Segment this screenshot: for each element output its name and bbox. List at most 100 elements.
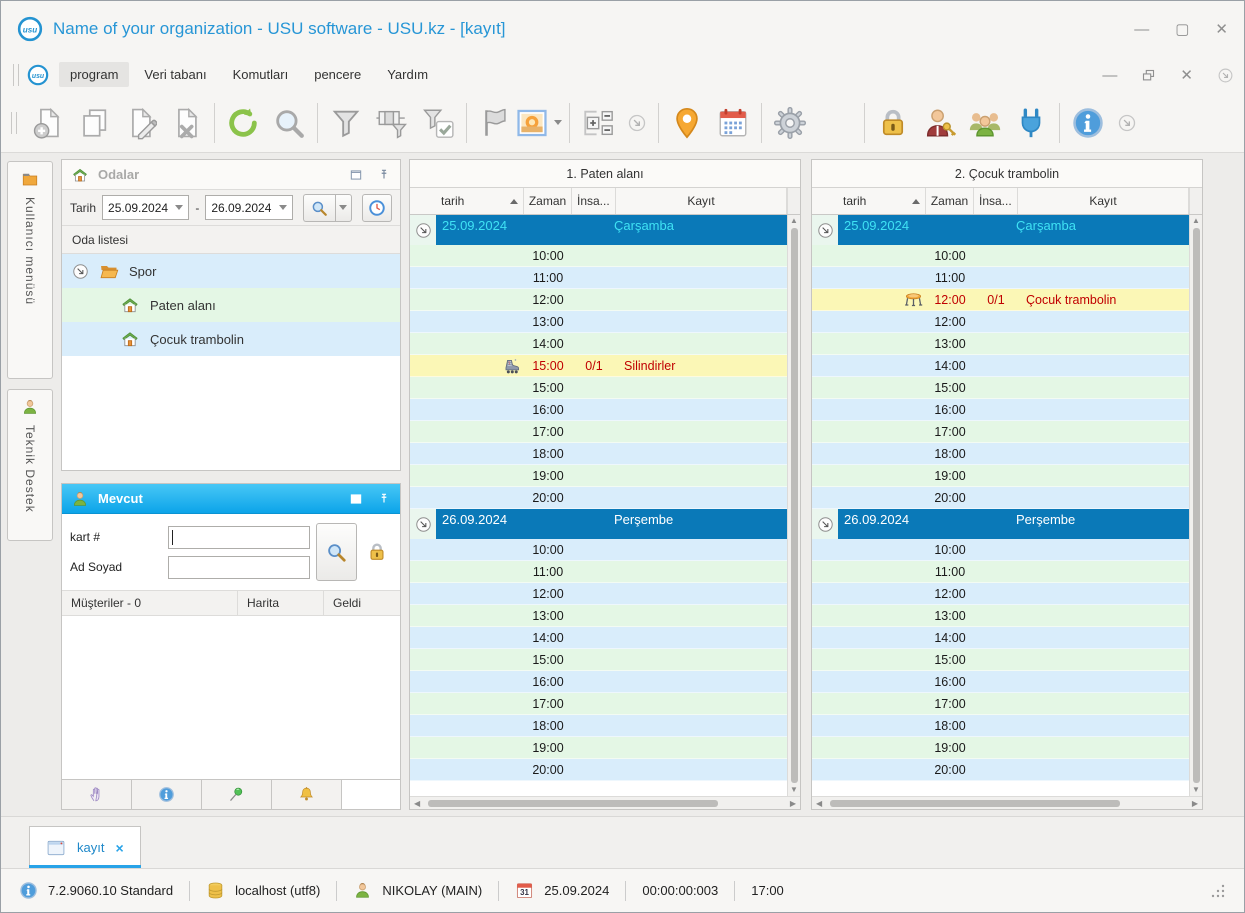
time-slot-row[interactable]: 18:00 [410, 443, 787, 465]
time-slot-row[interactable]: 13:00 [812, 333, 1189, 355]
column-header-date[interactable]: tarih [436, 188, 524, 214]
search-button[interactable] [266, 98, 312, 148]
clients-column-header[interactable]: Müşteriler - 0 [62, 591, 238, 615]
day-group-header[interactable]: 25.09.2024 Çarşamba [410, 215, 787, 245]
flag-button[interactable] [472, 98, 518, 148]
menu-item-program[interactable]: program [59, 62, 130, 87]
mdi-minimize-button[interactable]: — [1102, 68, 1117, 83]
time-slot-row[interactable]: 20:00 [410, 487, 787, 509]
minimize-button[interactable]: — [1134, 22, 1149, 37]
time-slot-row[interactable]: 14:00 [812, 627, 1189, 649]
time-slot-row[interactable]: 19:00 [812, 737, 1189, 759]
chevron-down-icon[interactable] [554, 120, 562, 125]
add-record-button[interactable] [25, 98, 71, 148]
time-slot-row[interactable]: 13:00 [410, 605, 787, 627]
circle-arrow-icon[interactable] [817, 516, 834, 533]
card-number-input[interactable] [168, 525, 310, 549]
date-to-combo[interactable]: 26.09.2024 [205, 195, 293, 220]
time-slot-row[interactable]: 11:00 [410, 267, 787, 289]
column-header-date[interactable]: tarih [838, 188, 926, 214]
resize-grip-icon[interactable] [1210, 883, 1226, 899]
scroll-right-icon[interactable]: ▶ [1192, 799, 1198, 808]
column-header-time[interactable]: Zaman [524, 188, 572, 214]
scroll-thumb[interactable] [428, 799, 719, 807]
side-tab-user-menu[interactable]: Kullanıcı menüsü [7, 161, 53, 379]
column-header-time[interactable]: Zaman [926, 188, 974, 214]
time-slot-row[interactable]: 20:00 [812, 759, 1189, 781]
tree-item-paten-alanı[interactable]: Paten alanı [62, 288, 400, 322]
filter-button[interactable] [323, 98, 369, 148]
time-slot-row[interactable]: 16:00 [410, 671, 787, 693]
scroll-left-icon[interactable]: ◀ [414, 799, 420, 808]
time-slot-row[interactable]: 17:00 [812, 421, 1189, 443]
overflow-chevron-button[interactable] [1111, 98, 1143, 148]
date-search-dropdown[interactable] [334, 193, 352, 222]
time-slot-row[interactable]: 20:00 [812, 487, 1189, 509]
time-slot-row[interactable]: 15:00 [410, 649, 787, 671]
column-header-record[interactable]: Kayıt [616, 188, 787, 214]
menu-item-veri-tabanı[interactable]: Veri tabanı [133, 62, 217, 87]
time-slot-row[interactable]: 14:00 [410, 333, 787, 355]
scroll-thumb[interactable] [1192, 228, 1200, 783]
clients-column-header[interactable]: Harita [238, 591, 324, 615]
time-slot-row[interactable]: 12:00 [812, 311, 1189, 333]
hand-button[interactable] [62, 780, 132, 809]
scroll-left-icon[interactable]: ◀ [816, 799, 822, 808]
horizontal-scrollbar[interactable]: ◀ ▶ [812, 796, 1202, 809]
time-slot-row[interactable]: 15:00 [812, 649, 1189, 671]
edit-record-button[interactable] [117, 98, 163, 148]
settings-button[interactable] [767, 98, 813, 148]
filter-columns-button[interactable] [369, 98, 415, 148]
row-expand-button[interactable] [575, 98, 621, 148]
bell-button[interactable] [272, 780, 342, 809]
scroll-thumb[interactable] [830, 799, 1121, 807]
panel-pin-icon[interactable] [377, 492, 391, 506]
time-slot-row[interactable]: 19:00 [410, 737, 787, 759]
time-slot-row[interactable]: 12:00 [812, 583, 1189, 605]
full-name-input[interactable] [168, 555, 310, 579]
day-group-header[interactable]: 25.09.2024 Çarşamba [812, 215, 1189, 245]
side-tab-tech-support[interactable]: Teknik Destek [7, 389, 53, 541]
date-from-combo[interactable]: 25.09.2024 [102, 195, 190, 220]
close-button[interactable]: ✕ [1215, 22, 1228, 37]
time-slot-row[interactable]: 11:00 [812, 561, 1189, 583]
horizontal-scrollbar[interactable]: ◀ ▶ [410, 796, 800, 809]
scroll-up-icon[interactable]: ▲ [790, 216, 798, 226]
scroll-down-icon[interactable]: ▼ [1192, 785, 1200, 795]
time-slot-row[interactable]: 17:00 [812, 693, 1189, 715]
refresh-button[interactable] [220, 98, 266, 148]
clients-column-header[interactable]: Geldi [324, 591, 400, 615]
mdi-close-button[interactable]: ✕ [1180, 68, 1193, 83]
time-slot-row[interactable]: 14:00 [812, 355, 1189, 377]
time-slot-row[interactable]: 18:00 [812, 715, 1189, 737]
time-slot-row[interactable]: 17:00 [410, 693, 787, 715]
menu-item-yardım[interactable]: Yardım [376, 62, 439, 87]
time-slot-row[interactable]: 16:00 [812, 399, 1189, 421]
mdi-restore-button[interactable] [1141, 68, 1156, 83]
time-slot-row[interactable]: 17:00 [410, 421, 787, 443]
time-slot-row[interactable]: 10:00 [812, 245, 1189, 267]
menu-item-komutları[interactable]: Komutları [222, 62, 300, 87]
delete-record-button[interactable] [163, 98, 209, 148]
time-slot-row[interactable]: 16:00 [812, 671, 1189, 693]
day-group-header[interactable]: 26.09.2024 Perşembe [812, 509, 1189, 539]
time-slot-row[interactable]: 20:00 [410, 759, 787, 781]
plug-button[interactable] [1008, 98, 1054, 148]
tab-kayit[interactable]: kayıt × [29, 826, 141, 868]
booking-row[interactable]: 12:00 0/1 Çocuk trambolin [812, 289, 1189, 311]
picture-button[interactable] [517, 98, 564, 148]
tree-item-çocuk-trambolin[interactable]: Çocuk trambolin [62, 322, 400, 356]
users-group-button[interactable] [962, 98, 1008, 148]
time-slot-row[interactable]: 10:00 [410, 245, 787, 267]
time-slot-row[interactable]: 18:00 [410, 715, 787, 737]
time-slot-row[interactable]: 11:00 [410, 561, 787, 583]
time-slot-row[interactable]: 12:00 [410, 289, 787, 311]
menu-item-pencere[interactable]: pencere [303, 62, 372, 87]
time-slot-row[interactable]: 18:00 [812, 443, 1189, 465]
copy-record-button[interactable] [71, 98, 117, 148]
info-button[interactable] [1065, 98, 1111, 148]
column-header-people[interactable]: İnsa... [974, 188, 1018, 214]
tab-close-icon[interactable]: × [115, 840, 123, 856]
time-slot-row[interactable]: 10:00 [812, 539, 1189, 561]
time-slot-row[interactable]: 15:00 [812, 377, 1189, 399]
